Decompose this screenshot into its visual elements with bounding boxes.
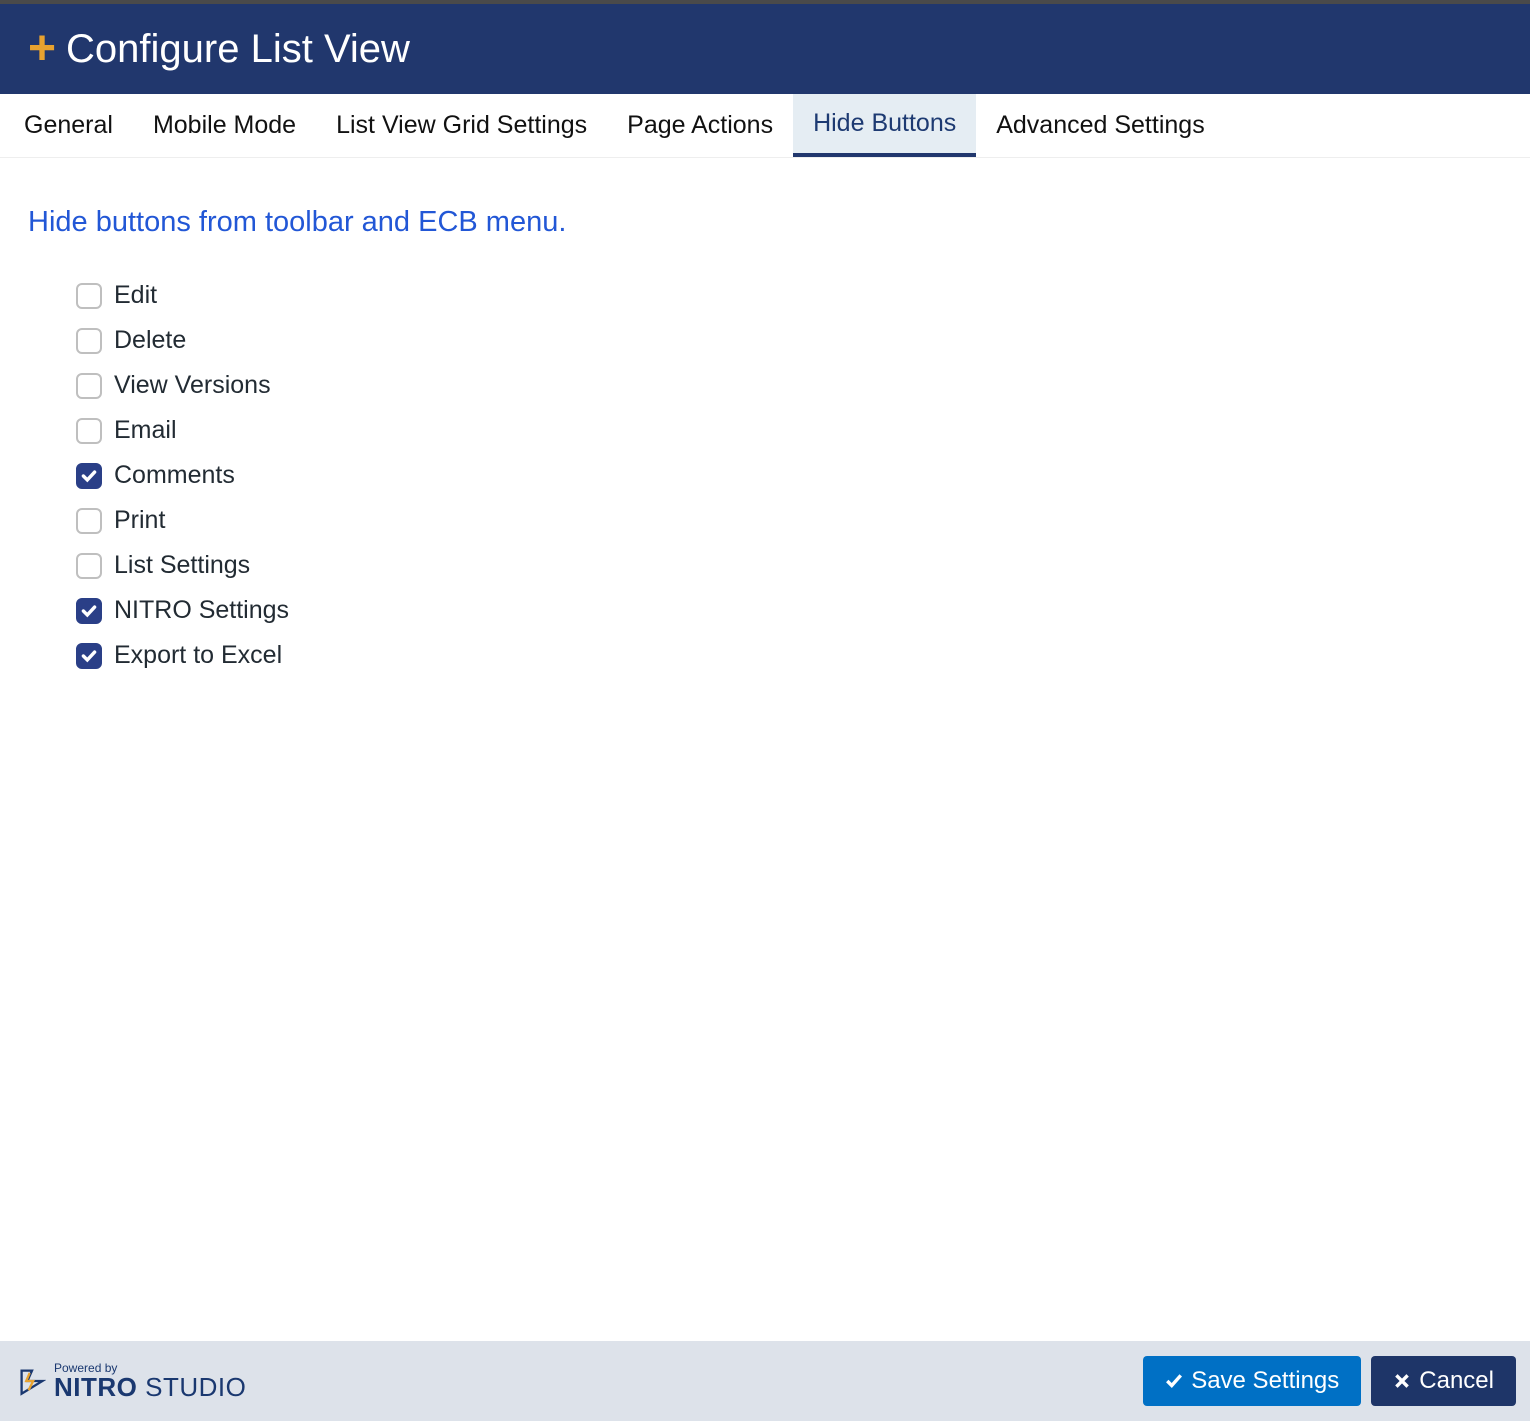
tab-label: Page Actions (627, 111, 773, 140)
page-title: Configure List View (66, 27, 410, 72)
tab-general[interactable]: General (4, 94, 133, 157)
option-label: NITRO Settings (114, 596, 289, 625)
tab-label: List View Grid Settings (336, 111, 587, 140)
option-row-list-settings: List Settings (76, 551, 1502, 580)
tab-hide-buttons[interactable]: Hide Buttons (793, 94, 976, 157)
footer-actions: Save Settings Cancel (1143, 1356, 1516, 1406)
option-row-comments: Comments (76, 461, 1502, 490)
option-row-nitro-settings: NITRO Settings (76, 596, 1502, 625)
checkmark-icon (80, 467, 98, 485)
check-icon (1165, 1372, 1183, 1390)
option-label: Comments (114, 461, 235, 490)
option-label: List Settings (114, 551, 250, 580)
checkbox-list-settings[interactable] (76, 553, 102, 579)
tab-mobile-mode[interactable]: Mobile Mode (133, 94, 316, 157)
option-row-email: Email (76, 416, 1502, 445)
option-label: Print (114, 506, 165, 535)
tab-page-actions[interactable]: Page Actions (607, 94, 793, 157)
tab-label: Hide Buttons (813, 109, 956, 138)
tab-label: Advanced Settings (996, 111, 1204, 140)
option-label: Email (114, 416, 177, 445)
option-label: Delete (114, 326, 186, 355)
checkbox-comments[interactable] (76, 463, 102, 489)
checkbox-nitro-settings[interactable] (76, 598, 102, 624)
tab-advanced-settings[interactable]: Advanced Settings (976, 94, 1224, 157)
checkbox-print[interactable] (76, 508, 102, 534)
checkbox-export-to-excel[interactable] (76, 643, 102, 669)
save-button-label: Save Settings (1191, 1367, 1339, 1395)
tab-label: Mobile Mode (153, 111, 296, 140)
hide-buttons-checklist: Edit Delete View Versions Email Comments Prin… (28, 281, 1502, 670)
checkmark-icon (80, 602, 98, 620)
footer-bar: Powered by NITRO STUDIO Save Settings Ca… (0, 1341, 1530, 1421)
plus-icon: + (28, 25, 56, 73)
tab-list-view-grid-settings[interactable]: List View Grid Settings (316, 94, 607, 157)
option-row-delete: Delete (76, 326, 1502, 355)
checkbox-view-versions[interactable] (76, 373, 102, 399)
checkbox-email[interactable] (76, 418, 102, 444)
checkmark-icon (80, 647, 98, 665)
option-row-edit: Edit (76, 281, 1502, 310)
tab-label: General (24, 111, 113, 140)
brand-name: NITRO STUDIO (54, 1374, 246, 1400)
option-row-export-to-excel: Export to Excel (76, 641, 1502, 670)
cancel-button-label: Cancel (1419, 1367, 1494, 1395)
tab-strip: General Mobile Mode List View Grid Setting… (0, 94, 1530, 158)
close-icon (1393, 1372, 1411, 1390)
option-row-view-versions: View Versions (76, 371, 1502, 400)
save-settings-button[interactable]: Save Settings (1143, 1356, 1361, 1406)
cancel-button[interactable]: Cancel (1371, 1356, 1516, 1406)
nitro-logo-icon (18, 1366, 46, 1396)
option-label: View Versions (114, 371, 271, 400)
brand-logo: Powered by NITRO STUDIO (18, 1362, 246, 1400)
content-area: Hide buttons from toolbar and ECB menu. … (0, 158, 1530, 1341)
header-bar: + Configure List View (0, 0, 1530, 94)
option-label: Edit (114, 281, 157, 310)
section-heading: Hide buttons from toolbar and ECB menu. (28, 206, 1502, 239)
option-row-print: Print (76, 506, 1502, 535)
checkbox-edit[interactable] (76, 283, 102, 309)
option-label: Export to Excel (114, 641, 282, 670)
checkbox-delete[interactable] (76, 328, 102, 354)
